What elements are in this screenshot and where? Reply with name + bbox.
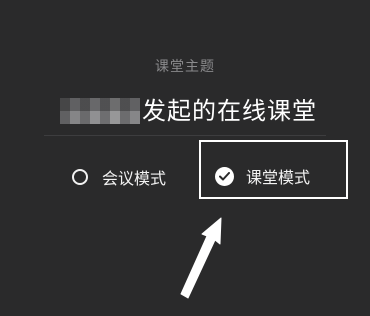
highlight-box [199, 140, 348, 199]
redacted-name-mosaic [60, 98, 140, 124]
meeting-mode-label: 会议模式 [102, 169, 167, 188]
meeting-mode-option[interactable]: 会议模式 [72, 166, 166, 188]
radio-empty-icon[interactable] [72, 169, 88, 185]
title-divider [44, 135, 326, 136]
class-mode-screen: 课堂主题 发起的在线课堂 会议模式 课堂模式 [0, 0, 370, 316]
class-title-row[interactable]: 发起的在线课堂 [60, 94, 317, 128]
section-label: 课堂主题 [155, 59, 215, 75]
class-title-text: 发起的在线课堂 [142, 97, 317, 125]
